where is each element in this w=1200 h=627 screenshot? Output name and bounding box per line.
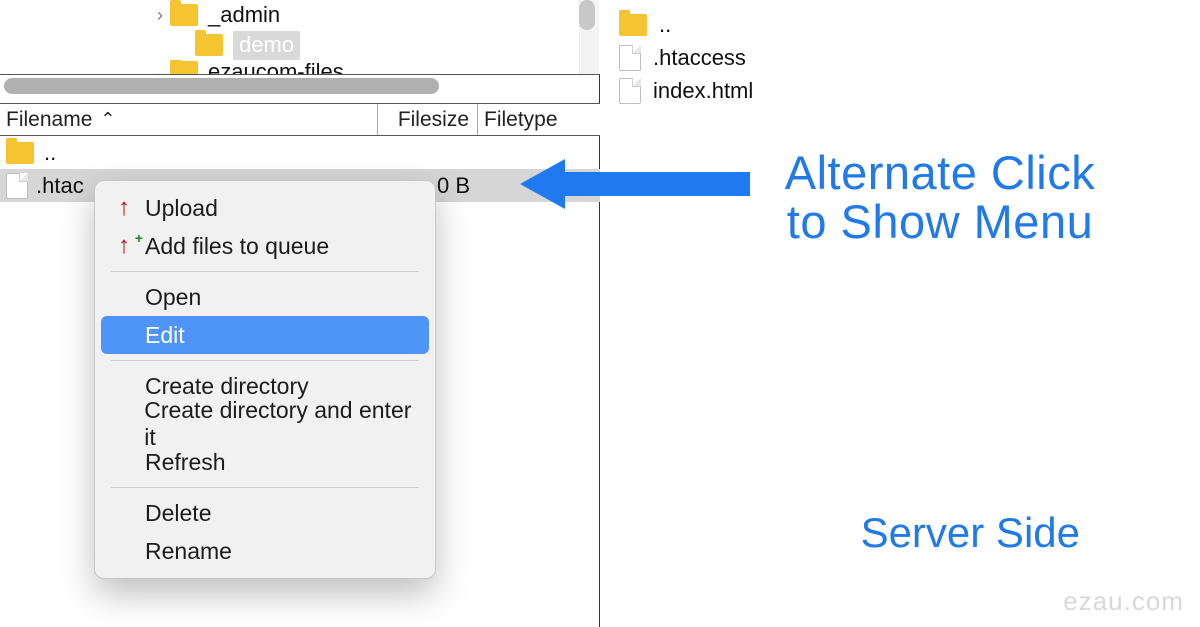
- file-row-parent[interactable]: ..: [619, 8, 1200, 41]
- menu-label: Open: [145, 284, 201, 311]
- tree-label: _admin: [208, 2, 280, 28]
- menu-rename[interactable]: Rename: [101, 532, 429, 570]
- tree-hscroll-thumb[interactable]: [4, 78, 439, 94]
- file-name: .htac: [36, 173, 84, 199]
- file-row[interactable]: index.html: [619, 74, 1200, 107]
- menu-delete[interactable]: Delete: [101, 494, 429, 532]
- file-name: index.html: [653, 78, 753, 104]
- menu-label: Delete: [145, 500, 211, 527]
- remote-file-list[interactable]: .. .htaccess index.html: [601, 0, 1200, 107]
- local-column-headers: Filename ⌃ Filesize Filetype: [0, 103, 600, 136]
- arrow-head-icon: [520, 159, 565, 209]
- tree-label: ezaucom-files: [208, 60, 344, 75]
- column-label: Filesize: [398, 108, 469, 132]
- tree-item-admin[interactable]: › _admin: [0, 0, 600, 30]
- file-icon: [619, 78, 641, 104]
- disclosure-icon[interactable]: ⌄: [150, 62, 170, 76]
- disclosure-icon[interactable]: ›: [150, 5, 170, 26]
- column-label: Filename: [6, 108, 92, 132]
- menu-add-to-queue[interactable]: ↑+ Add files to queue: [101, 227, 429, 265]
- menu-label: Refresh: [145, 449, 226, 476]
- menu-label: Edit: [145, 322, 185, 349]
- folder-icon: [170, 4, 198, 26]
- column-filesize[interactable]: Filesize: [378, 104, 478, 135]
- menu-edit[interactable]: Edit: [101, 316, 429, 354]
- file-row[interactable]: .htaccess: [619, 41, 1200, 74]
- context-menu: ↑ Upload ↑+ Add files to queue Open Edit…: [94, 180, 436, 579]
- annotation-line: Alternate Click: [720, 148, 1160, 197]
- menu-open[interactable]: Open: [101, 278, 429, 316]
- arrow-shaft: [560, 172, 750, 196]
- menu-separator: [111, 271, 419, 272]
- menu-label: Rename: [145, 538, 232, 565]
- column-filename[interactable]: Filename ⌃: [0, 104, 378, 135]
- menu-separator: [111, 360, 419, 361]
- folder-icon: [619, 14, 647, 36]
- tree-label-selected: demo: [233, 31, 300, 60]
- column-filetype[interactable]: Filetype: [478, 104, 600, 135]
- menu-label: Upload: [145, 195, 218, 222]
- annotation-server-side: Server Side: [861, 509, 1080, 557]
- tree-vscroll-track[interactable]: [579, 0, 599, 75]
- local-panel: › _admin demo ⌄ ezaucom-files Filename ⌃…: [0, 0, 600, 627]
- menu-label: Add files to queue: [145, 233, 329, 260]
- tree-vscroll-thumb[interactable]: [579, 0, 595, 30]
- file-row-parent[interactable]: ..: [0, 136, 600, 169]
- folder-icon: [6, 142, 34, 164]
- file-name: ..: [659, 12, 671, 38]
- menu-label: Create directory and enter it: [144, 397, 419, 451]
- file-name: ..: [44, 140, 56, 166]
- annotation-alt-click: Alternate Click to Show Menu: [720, 148, 1160, 247]
- watermark: ezau.com: [1063, 586, 1184, 617]
- local-folder-tree[interactable]: › _admin demo ⌄ ezaucom-files: [0, 0, 600, 75]
- file-icon: [6, 173, 28, 199]
- file-icon: [619, 45, 641, 71]
- file-name: .htaccess: [653, 45, 746, 71]
- folder-icon: [170, 61, 198, 75]
- upload-icon: ↑: [113, 194, 135, 222]
- menu-label: Create directory: [145, 373, 309, 400]
- column-label: Filetype: [484, 108, 558, 132]
- annotation-line: to Show Menu: [720, 197, 1160, 246]
- add-queue-icon: ↑+: [113, 232, 135, 260]
- annotation-arrow: [520, 164, 750, 204]
- sort-asc-icon: ⌃: [100, 109, 115, 130]
- tree-item-cutoff[interactable]: ⌄ ezaucom-files: [0, 60, 600, 75]
- menu-separator: [111, 487, 419, 488]
- folder-icon: [195, 34, 223, 56]
- tree-item-demo[interactable]: demo: [0, 30, 600, 60]
- menu-upload[interactable]: ↑ Upload: [101, 189, 429, 227]
- menu-create-directory-enter[interactable]: Create directory and enter it: [101, 405, 429, 443]
- remote-panel: .. .htaccess index.html Alternate Click …: [601, 0, 1200, 627]
